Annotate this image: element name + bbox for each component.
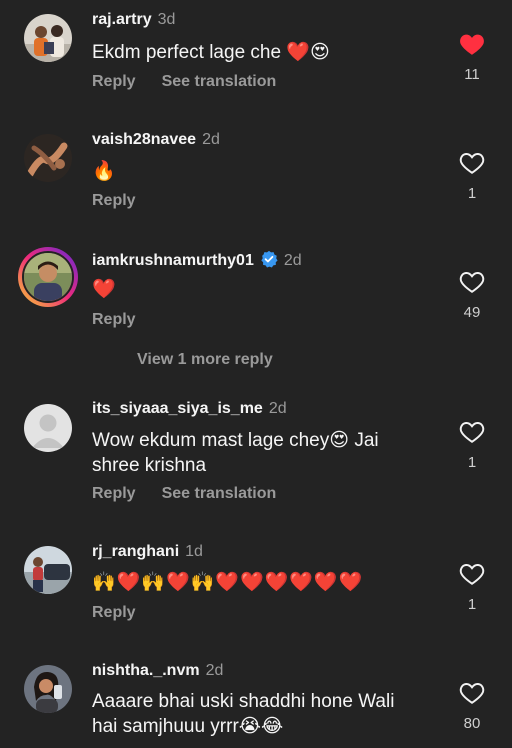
timestamp: 1d [185, 543, 203, 560]
like-count: 11 [464, 66, 480, 83]
heart-outline-icon[interactable] [459, 151, 485, 175]
like-control: 49 [458, 270, 486, 321]
comment-header: iamkrushnamurthy01 2d [92, 250, 302, 270]
heart-filled-icon[interactable] [459, 32, 485, 56]
timestamp: 2d [268, 400, 287, 417]
like-count: 1 [467, 185, 477, 202]
like-control: 1 [458, 562, 486, 613]
timestamp: 2d [205, 662, 224, 679]
heart-outline-icon[interactable] [459, 562, 485, 586]
heart-outline-icon[interactable] [459, 681, 485, 705]
comment-header: its_siyaaa_siya_is_me 2d [92, 400, 287, 418]
timestamp: 2d [283, 252, 302, 269]
username[interactable]: iamkrushnamurthy01 [92, 252, 254, 269]
comment-text: Aaaare bhai uski shaddhi hone Wali hai s… [92, 691, 395, 737]
like-count: 1 [467, 596, 477, 613]
see-translation-button[interactable]: See translation [162, 73, 277, 90]
view-more-replies-button[interactable]: View 1 more reply [137, 351, 273, 369]
comment-actions: Reply [92, 604, 162, 622]
avatar[interactable] [24, 134, 72, 182]
username[interactable]: raj.artry [92, 11, 152, 28]
timestamp: 3d [157, 11, 176, 28]
username[interactable]: rj_ranghani [92, 543, 179, 560]
username[interactable]: nishtha._.nvm [92, 662, 200, 679]
comment-header: raj.artry 3d [92, 11, 175, 29]
reply-button[interactable]: Reply [92, 604, 136, 621]
like-count: 80 [463, 715, 481, 732]
like-control: 80 [458, 681, 486, 732]
avatar[interactable] [24, 546, 72, 594]
reply-button[interactable]: Reply [92, 73, 136, 90]
comment-header: nishtha._.nvm 2d [92, 662, 223, 680]
avatar-story-ring[interactable] [18, 247, 78, 307]
comment-actions: Reply [92, 192, 162, 210]
reply-button[interactable]: Reply [92, 485, 136, 502]
like-control: 1 [458, 420, 486, 471]
like-count: 1 [467, 454, 477, 471]
verified-badge-icon [261, 250, 278, 268]
like-control: 1 [458, 151, 486, 202]
timestamp: 2d [202, 131, 220, 148]
comment-text: Wow ekdum mast lage chey😍 Jai shree kris… [92, 430, 379, 476]
heart-outline-icon[interactable] [459, 270, 485, 294]
reply-button[interactable]: Reply [92, 311, 136, 328]
avatar[interactable] [24, 665, 72, 713]
comment-text: ❤️ [92, 279, 116, 300]
reply-button[interactable]: Reply [92, 192, 136, 209]
heart-outline-icon[interactable] [459, 420, 485, 444]
comment-actions: Reply [92, 311, 162, 329]
username[interactable]: its_siyaaa_siya_is_me [92, 400, 263, 417]
comment-header: vaish28navee 2d [92, 131, 220, 149]
comment-text: 🔥 [92, 161, 116, 182]
comment-text: Ekdm perfect lage che ❤️😍 [92, 42, 330, 63]
see-translation-button[interactable]: See translation [162, 485, 277, 502]
username[interactable]: vaish28navee [92, 131, 196, 148]
like-count: 49 [463, 304, 481, 321]
comment-actions: Reply See translation [92, 73, 302, 91]
avatar-default[interactable] [24, 404, 72, 452]
comment-actions: Reply See translation [92, 485, 302, 503]
comment-header: rj_ranghani 1d [92, 543, 203, 561]
avatar[interactable] [24, 14, 72, 62]
like-control: 11 [458, 32, 486, 83]
comment-text: 🙌❤️🙌❤️🙌❤️❤️❤️❤️❤️❤️ [92, 572, 364, 593]
